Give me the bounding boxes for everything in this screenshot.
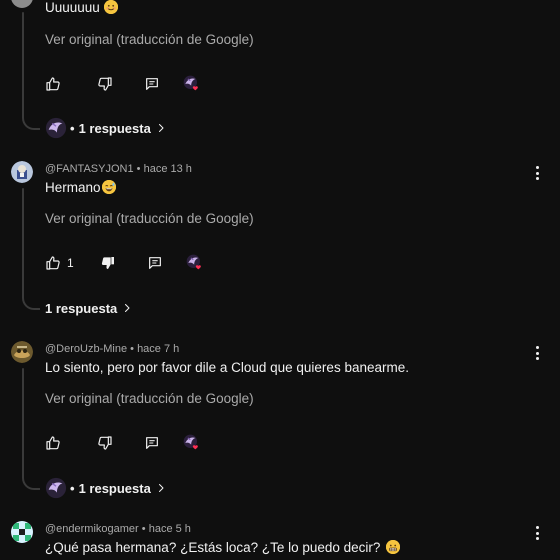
- avatar[interactable]: [11, 161, 33, 183]
- comment-time[interactable]: hace 5 h: [149, 523, 191, 535]
- author-name[interactable]: @endermikogamer: [45, 523, 139, 535]
- replier-avatar: [45, 117, 67, 139]
- author-name[interactable]: @DeroUzb-Mine: [45, 343, 127, 355]
- thread-curve: [22, 472, 40, 490]
- thread-curve: [22, 112, 40, 130]
- comment-actions: [45, 74, 202, 94]
- comment-text: Lo siento, pero por favor dile a Cloud q…: [45, 360, 409, 375]
- dislike-button[interactable]: [97, 433, 113, 453]
- creator-heart: [185, 253, 205, 273]
- creator-heart-icon: [182, 74, 202, 94]
- view-replies-button[interactable]: 1 respuesta: [45, 297, 133, 319]
- replies-label: 1 respuesta: [45, 300, 118, 316]
- comment-actions: 1: [45, 253, 205, 273]
- grimacing-face-emoji: [386, 540, 401, 554]
- meta-separator: •: [141, 523, 146, 535]
- thread-line: [22, 188, 24, 298]
- dislike-button[interactable]: [97, 74, 113, 94]
- meta-separator: •: [136, 163, 141, 175]
- creator-heart: [182, 74, 202, 94]
- dislike-icon: [100, 255, 116, 271]
- avatar[interactable]: [11, 0, 33, 8]
- reply-button[interactable]: [144, 74, 160, 94]
- like-icon: [45, 255, 61, 271]
- chevron-right-icon: [155, 482, 167, 494]
- like-icon: [45, 76, 61, 92]
- replies-label: 1 respuesta: [78, 120, 151, 136]
- dislike-icon: [97, 435, 113, 451]
- more-options-button[interactable]: [531, 525, 543, 541]
- thread-line: [22, 368, 24, 478]
- meta-separator: •: [70, 120, 75, 136]
- replies-label: 1 respuesta: [78, 480, 151, 496]
- comment-actions: [45, 433, 202, 453]
- dislike-button[interactable]: [100, 253, 116, 273]
- reply-button[interactable]: [144, 433, 160, 453]
- view-replies-button[interactable]: • 1 respuesta: [45, 117, 167, 139]
- meta-separator: •: [70, 480, 75, 496]
- dislike-icon: [97, 76, 113, 92]
- meta-separator: •: [130, 343, 134, 355]
- grinning-sweat-face-emoji: [101, 180, 116, 194]
- chevron-right-icon: [121, 302, 133, 314]
- chevron-right-icon: [155, 122, 167, 134]
- creator-heart: [182, 433, 202, 453]
- comment-text: ¿Qué pasa hermana? ¿Estás loca? ¿Te lo p…: [45, 540, 401, 555]
- reply-icon: [144, 76, 160, 92]
- avatar[interactable]: [11, 521, 33, 543]
- translate-link[interactable]: Ver original (traducción de Google): [45, 32, 254, 47]
- translate-link[interactable]: Ver original (traducción de Google): [45, 391, 254, 406]
- avatar[interactable]: [11, 341, 33, 363]
- creator-heart-icon: [182, 433, 202, 453]
- comment-meta: @FANTASYJON1 • hace 13 h: [45, 163, 192, 175]
- reply-icon: [144, 435, 160, 451]
- like-count: 1: [67, 256, 74, 270]
- more-options-button[interactable]: [531, 345, 543, 361]
- like-button[interactable]: [45, 433, 61, 453]
- comment-time[interactable]: hace 13 h: [144, 163, 192, 175]
- view-replies-button[interactable]: • 1 respuesta: [45, 477, 167, 499]
- reply-icon: [147, 255, 163, 271]
- like-icon: [45, 435, 61, 451]
- translate-link[interactable]: Ver original (traducción de Google): [45, 211, 254, 226]
- more-options-button[interactable]: [531, 165, 543, 181]
- smiling-face-emoji: [103, 0, 118, 14]
- creator-heart-icon: [185, 253, 205, 273]
- comment-text: Hermano: [45, 180, 116, 195]
- reply-button[interactable]: [147, 253, 163, 273]
- thread-line: [22, 12, 24, 118]
- thread-curve: [22, 292, 40, 310]
- comment-meta: @endermikogamer • hace 5 h: [45, 523, 191, 535]
- comment-time[interactable]: hace 7 h: [137, 343, 179, 355]
- comment-text: Uuuuuuu: [45, 0, 118, 15]
- like-button[interactable]: 1: [45, 253, 74, 273]
- comment-meta: @DeroUzb-Mine • hace 7 h: [45, 343, 179, 355]
- replier-avatar: [45, 477, 67, 499]
- author-name[interactable]: @FANTASYJON1: [45, 163, 134, 175]
- like-button[interactable]: [45, 74, 61, 94]
